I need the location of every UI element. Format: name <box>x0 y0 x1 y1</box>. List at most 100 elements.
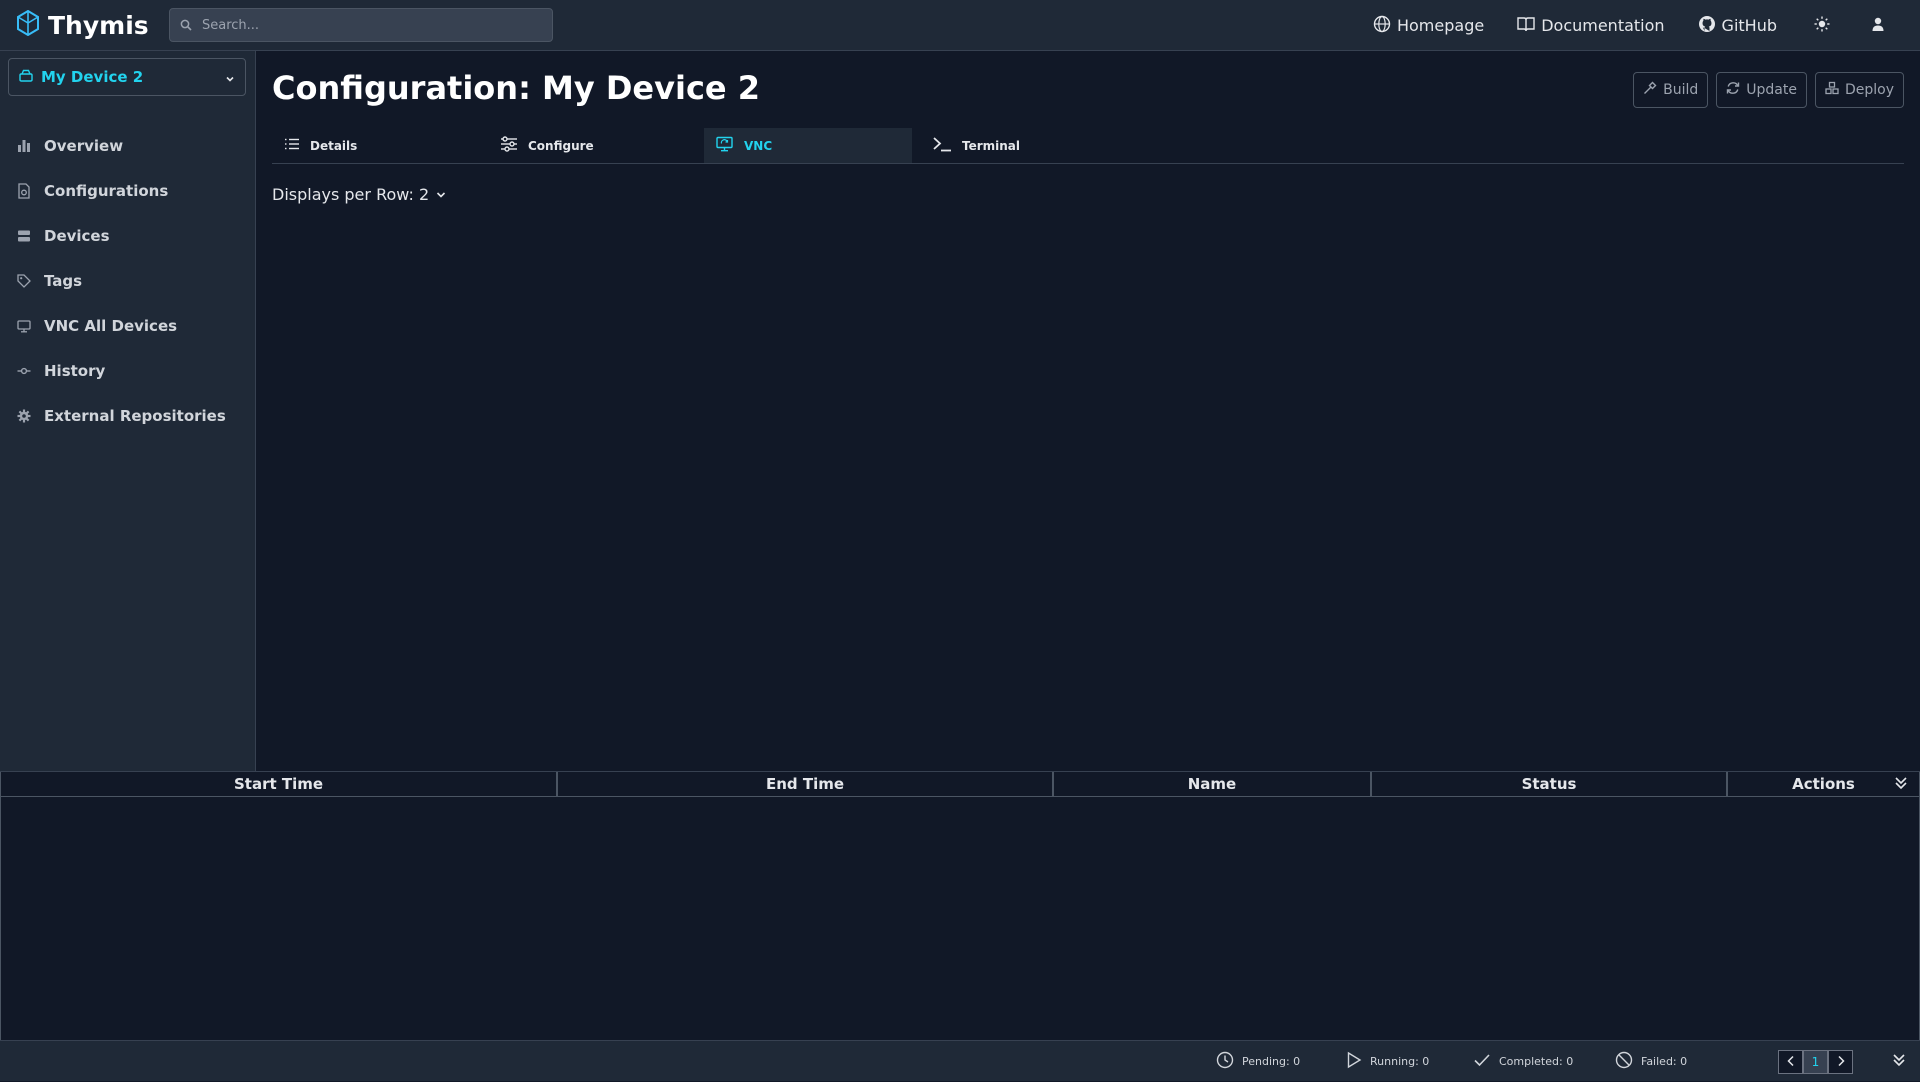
server-icon <box>16 228 32 244</box>
chevron-right-icon <box>1836 1055 1846 1070</box>
tab-label: Details <box>310 138 358 153</box>
globe-icon <box>1373 15 1391 37</box>
deploy-label: Deploy <box>1844 82 1894 98</box>
sidebar-item-label: External Repositories <box>44 406 226 425</box>
device-icon <box>19 68 33 87</box>
build-label: Build <box>1663 82 1699 98</box>
expand-panel-button[interactable] <box>1892 1052 1906 1072</box>
displays-per-row-label: Displays per Row: 2 <box>272 185 430 204</box>
tab-configure[interactable]: Configure <box>488 128 696 163</box>
homepage-label: Homepage <box>1396 16 1485 35</box>
sun-icon <box>1814 16 1830 36</box>
monitor-sync-icon <box>716 136 734 155</box>
top-nav: Homepage Documentation GitHub <box>1373 0 1920 51</box>
commit-icon <box>16 363 32 379</box>
deploy-button[interactable]: Deploy <box>1814 72 1904 108</box>
running-count: Running: 0 <box>1346 1041 1429 1082</box>
tab-label: VNC <box>744 138 773 153</box>
build-button[interactable]: Build <box>1633 72 1709 108</box>
sidebar-item-label: VNC All Devices <box>44 316 178 335</box>
task-table-header: Start Time End Time Name Status Actions <box>0 772 1920 797</box>
column-header-status[interactable]: Status <box>1371 772 1727 796</box>
chevron-down-icon <box>225 68 235 87</box>
column-header-name[interactable]: Name <box>1053 772 1371 796</box>
pagination: 1 <box>1778 1050 1853 1074</box>
sidebar-item-overview[interactable]: Overview <box>0 123 256 168</box>
book-icon <box>1517 16 1535 36</box>
tag-icon <box>16 273 32 289</box>
column-header-actions[interactable]: Actions <box>1727 772 1920 796</box>
sidebar-item-tags[interactable]: Tags <box>0 258 256 303</box>
config-actions: Build Update Deploy <box>1633 72 1904 108</box>
tab-terminal[interactable]: Terminal <box>920 128 1128 163</box>
github-icon <box>1698 15 1716 37</box>
double-chevron-down-icon <box>1894 776 1908 795</box>
previous-page-button[interactable] <box>1778 1050 1803 1074</box>
task-table-body <box>0 797 1920 1061</box>
top-bar: Thymis Homepage Documentation GitHub <box>0 0 1920 51</box>
config-tabs: Details Configure VNC Terminal <box>272 128 1904 164</box>
github-link[interactable]: GitHub <box>1698 15 1777 37</box>
double-chevron-down-icon <box>1892 1053 1906 1072</box>
brand[interactable]: Thymis <box>16 9 149 40</box>
documentation-link[interactable]: Documentation <box>1517 16 1665 36</box>
documentation-label: Documentation <box>1541 16 1665 35</box>
sidebar-item-label: Configurations <box>44 181 169 200</box>
pending-label: Pending: 0 <box>1242 1055 1301 1068</box>
sidebar-item-label: Tags <box>44 271 83 290</box>
sliders-icon <box>500 136 518 155</box>
sidebar-item-configurations[interactable]: Configurations <box>0 168 256 213</box>
thymis-logo-icon <box>16 9 40 40</box>
search-box[interactable] <box>169 8 553 42</box>
update-label: Update <box>1746 82 1797 98</box>
homepage-link[interactable]: Homepage <box>1373 15 1484 37</box>
chevron-left-icon <box>1786 1055 1796 1070</box>
task-panel: Start Time End Time Name Status Actions … <box>0 771 1920 1081</box>
running-label: Running: 0 <box>1370 1055 1430 1068</box>
completed-count: Completed: 0 <box>1473 1041 1573 1082</box>
play-icon <box>1346 1051 1362 1072</box>
list-icon <box>284 137 300 154</box>
check-icon <box>1473 1052 1491 1071</box>
pending-count: Pending: 0 <box>1216 1041 1300 1082</box>
next-page-button[interactable] <box>1828 1050 1853 1074</box>
tab-details[interactable]: Details <box>272 128 480 163</box>
collapse-panel-button[interactable] <box>1894 775 1908 795</box>
device-selector-label: My Device 2 <box>41 68 144 86</box>
github-label: GitHub <box>1721 16 1777 35</box>
file-config-icon <box>16 182 32 199</box>
sidebar-item-label: Overview <box>44 136 124 155</box>
user-icon <box>1872 16 1884 35</box>
clock-icon <box>1216 1051 1234 1072</box>
task-status-bar: Pending: 0 Running: 0 Completed: 0 Faile… <box>0 1040 1920 1081</box>
chevron-down-icon <box>435 185 447 204</box>
column-header-start-time[interactable]: Start Time <box>0 772 557 796</box>
theme-toggle-button[interactable] <box>1810 14 1834 38</box>
device-selector[interactable]: My Device 2 <box>8 58 246 96</box>
completed-label: Completed: 0 <box>1499 1055 1574 1068</box>
sidebar-item-external-repositories[interactable]: External Repositories <box>0 393 256 438</box>
monitor-icon <box>16 318 32 334</box>
column-header-end-time[interactable]: End Time <box>557 772 1053 796</box>
page-title: Configuration: My Device 2 <box>272 69 761 107</box>
hammer-icon <box>1643 81 1657 99</box>
failed-label: Failed: 0 <box>1641 1055 1688 1068</box>
displays-per-row-dropdown[interactable]: Displays per Row: 2 <box>272 185 447 204</box>
deploy-icon <box>1825 81 1839 99</box>
sidebar-item-devices[interactable]: Devices <box>0 213 256 258</box>
sidebar: My Device 2 Overview Configurations Devi… <box>0 51 256 771</box>
sidebar-item-history[interactable]: History <box>0 348 256 393</box>
refresh-icon <box>1726 81 1740 99</box>
sidebar-item-label: Devices <box>44 226 110 245</box>
app-name: Thymis <box>48 10 149 40</box>
tab-label: Terminal <box>962 138 1021 153</box>
sidebar-item-vnc-all-devices[interactable]: VNC All Devices <box>0 303 256 348</box>
sidebar-item-label: History <box>44 361 106 380</box>
tab-vnc[interactable]: VNC <box>704 128 912 163</box>
failed-count: Failed: 0 <box>1615 1041 1687 1082</box>
search-input[interactable] <box>202 17 532 33</box>
update-button[interactable]: Update <box>1716 72 1807 108</box>
user-menu-button[interactable] <box>1866 14 1890 38</box>
current-page-indicator[interactable]: 1 <box>1803 1050 1828 1074</box>
search-icon <box>180 16 192 35</box>
